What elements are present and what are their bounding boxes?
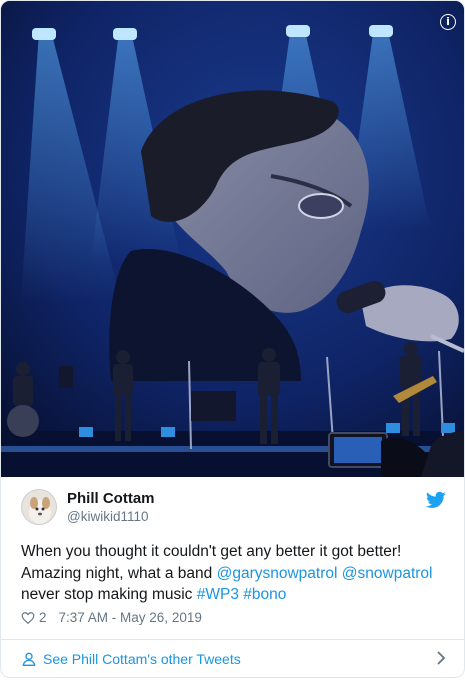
hashtag-bono-link[interactable]: #bono (243, 586, 286, 603)
avatar[interactable] (21, 489, 57, 525)
tweet-text: When you thought it couldn't get any bet… (21, 541, 446, 606)
twitter-bird-icon[interactable] (426, 491, 446, 509)
author-name[interactable]: Phill Cottam (67, 490, 155, 507)
divider (1, 639, 464, 640)
tweet-header: Phill Cottam @kiwikid1110 (21, 489, 446, 529)
like-count: 2 (39, 610, 47, 625)
concert-photo (1, 1, 464, 477)
tweet-text-part: never stop making music (21, 586, 197, 603)
tweet-photo[interactable]: i (1, 1, 464, 477)
person-icon (22, 652, 36, 666)
info-icon[interactable]: i (440, 14, 456, 30)
see-other-tweets-link[interactable]: See Phill Cottam's other Tweets (43, 651, 241, 667)
tweet-meta: 2 7:37 AM - May 26, 2019 (21, 610, 202, 625)
mention-snowpatrol-link[interactable]: @snowpatrol (342, 565, 433, 582)
heart-icon[interactable] (21, 611, 35, 625)
chevron-right-icon[interactable] (436, 651, 446, 665)
tweet-timestamp[interactable]: 7:37 AM - May 26, 2019 (59, 610, 202, 625)
other-tweets-row[interactable]: See Phill Cottam's other Tweets (21, 648, 446, 670)
mention-garysnowpatrol-link[interactable]: @garysnowpatrol (217, 565, 338, 582)
embedded-tweet-card: i Phill Cottam @kiwikid1110 When you tho… (0, 0, 465, 678)
hashtag-wp3-link[interactable]: #WP3 (197, 586, 239, 603)
author-handle[interactable]: @kiwikid1110 (67, 509, 149, 524)
